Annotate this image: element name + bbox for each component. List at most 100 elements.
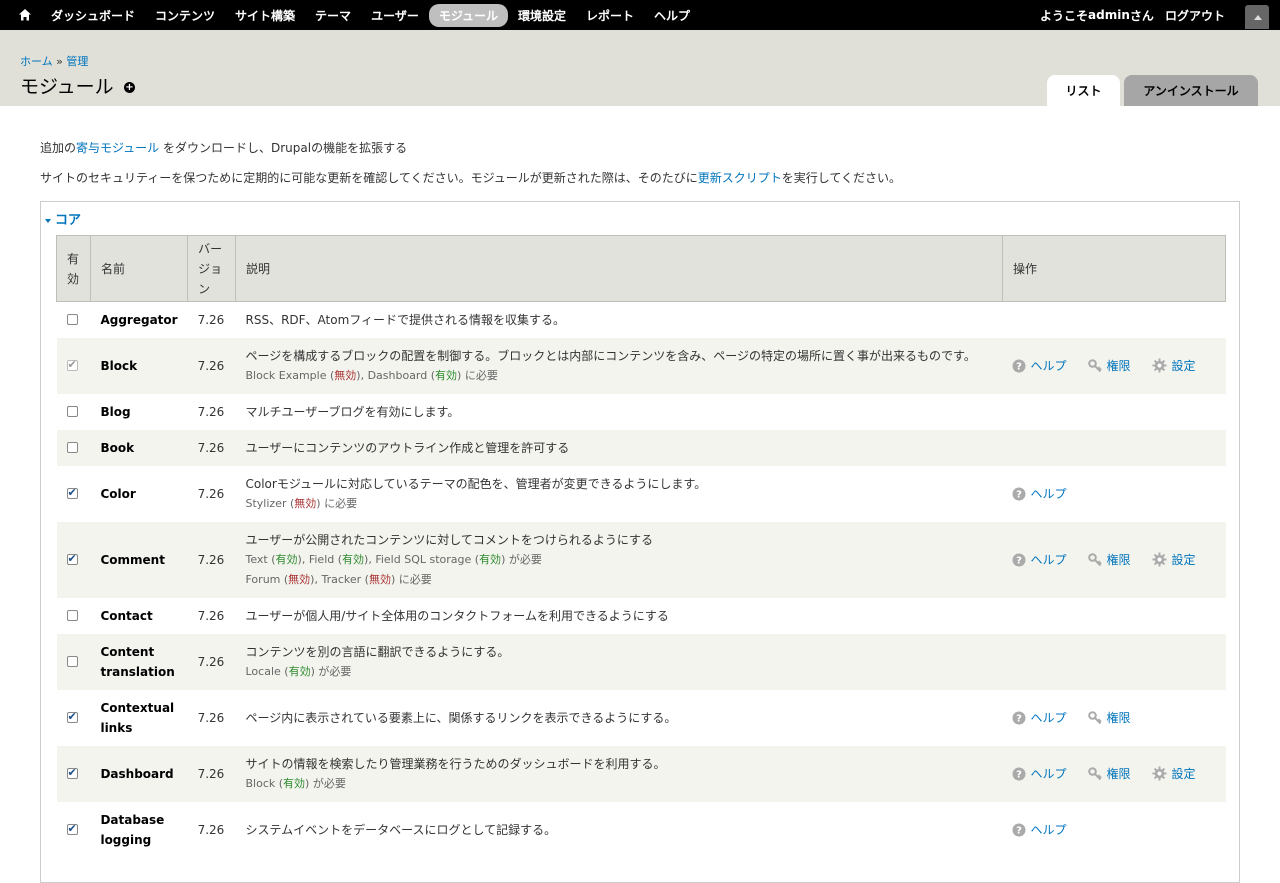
toolbar-menu-item[interactable]: ヘルプ <box>644 4 700 27</box>
enable-checkbox[interactable] <box>66 486 78 499</box>
help-link[interactable]: ? ヘルプ <box>1012 821 1068 838</box>
key-icon <box>1088 358 1103 372</box>
core-fieldset-legend[interactable]: コア <box>45 209 81 228</box>
module-description: マルチユーザーブログを有効にします。 <box>245 404 460 419</box>
home-icon[interactable] <box>18 8 32 22</box>
table-row: Contextuallinks7.26 ページ内に表示されている要素上に、関係する… <box>56 689 1226 746</box>
header-enabled: 有効 <box>56 235 91 302</box>
toolbar-drawer-toggle[interactable] <box>1245 5 1269 29</box>
requirement-status: 有効 <box>479 552 502 566</box>
configure-link[interactable]: 設定 <box>1152 551 1196 568</box>
module-description: システムイベントをデータベースにログとして記録する。 <box>245 822 557 837</box>
table-row: Color7.26 Colorモジュールに対応しているテーマの配色を、管理者が変更… <box>56 465 1226 522</box>
enable-checkbox[interactable] <box>66 314 78 326</box>
intro-text: を実行してください。 <box>781 171 902 185</box>
breadcrumb: ホーム » 管理 <box>20 53 88 69</box>
enable-checkbox[interactable] <box>66 552 78 565</box>
module-version: 7.26 <box>187 429 236 466</box>
breadcrumb-separator: » <box>56 55 63 68</box>
enable-checkbox[interactable] <box>66 766 78 779</box>
contributed-modules-link[interactable]: 寄与モジュール <box>76 141 159 155</box>
table-row: Databaselogging7.26 システムイベントをデータベースにログとして… <box>56 801 1226 858</box>
module-description: ユーザーが個人用/サイト全体用のコンタクトフォームを利用できるようにする <box>245 608 669 623</box>
module-description: ユーザーにコンテンツのアウトライン作成と管理を許可する <box>245 440 570 455</box>
table-row: Aggregator 7.26 RSS、RDF、Atomフィードで提供される情報を収… <box>56 301 1226 338</box>
breadcrumb-home[interactable]: ホーム <box>20 55 53 68</box>
module-operations: ? ヘルプ <box>1012 485 1215 502</box>
module-operations: ? ヘルプ 権限 設定 <box>1012 551 1215 568</box>
welcome-suffix: さん <box>1129 8 1154 23</box>
welcome-prefix: ようこそ <box>1040 8 1089 23</box>
permissions-link[interactable]: 権限 <box>1088 551 1132 568</box>
help-link[interactable]: ? ヘルプ <box>1012 551 1068 568</box>
toolbar-menu-item[interactable]: モジュール <box>428 3 508 27</box>
help-link[interactable]: ? ヘルプ <box>1012 765 1068 782</box>
help-icon: ? <box>1012 487 1026 500</box>
module-description: ページ内に表示されている要素上に、関係するリンクを表示できるようにする。 <box>245 710 677 725</box>
module-requirements: Text (有効), Field (有効), Field SQL storage… <box>245 552 542 566</box>
table-row: Dashboard7.26 サイトの情報を検索したり管理業務を行うためのダッシュボ… <box>56 745 1226 802</box>
username: admin <box>1088 8 1130 22</box>
intro-line-1: 追加の寄与モジュール をダウンロードし、Drupalの機能を拡張する <box>40 139 407 156</box>
logout-link[interactable]: ログアウト <box>1165 7 1225 24</box>
toolbar-menu-item[interactable]: コンテンツ <box>145 4 225 27</box>
toolbar-menu-item[interactable]: ダッシュボード <box>41 4 145 27</box>
module-name: Content translation <box>90 633 188 690</box>
enable-checkbox <box>66 358 78 371</box>
help-link[interactable]: ? ヘルプ <box>1012 485 1068 502</box>
enable-checkbox[interactable] <box>66 610 78 621</box>
admin-toolbar: ダッシュボード コンテンツ サイト構築 テーマ ユーザー モジュール 環境設定 レポート ヘルプ… <box>0 0 1280 30</box>
svg-text:?: ? <box>1017 555 1023 566</box>
permissions-link[interactable]: 権限 <box>1088 765 1132 782</box>
page-title: モジュール <box>20 76 114 98</box>
requirement-status: 無効 <box>368 572 391 586</box>
collapse-triangle-icon <box>45 218 51 223</box>
header-version: バー ジョン <box>187 235 236 302</box>
module-version: 7.26 <box>187 521 236 598</box>
toolbar-menu-item[interactable]: サイト構築 <box>225 4 305 27</box>
tab-list[interactable]: リスト <box>1047 75 1120 106</box>
enable-checkbox[interactable] <box>66 822 78 835</box>
tab-uninstall[interactable]: アンインストール <box>1124 75 1258 106</box>
module-requirements: Locale (有効) が必要 <box>245 664 352 678</box>
enable-checkbox[interactable] <box>66 442 78 453</box>
module-operations: ? ヘルプ 権限 設定 <box>1012 765 1215 782</box>
module-operations: ? ヘルプ 権限 <box>1012 709 1215 726</box>
gear-icon <box>1152 552 1168 567</box>
help-link[interactable]: ? ヘルプ <box>1012 357 1068 374</box>
help-link[interactable]: ? ヘルプ <box>1012 709 1068 726</box>
module-version: 7.26 <box>187 745 236 802</box>
enable-checkbox[interactable] <box>66 656 78 667</box>
module-requirements: Block (有効) が必要 <box>245 776 346 790</box>
requirement-status: 有効 <box>435 368 458 382</box>
breadcrumb-admin[interactable]: 管理 <box>66 55 88 68</box>
toolbar-menu-item[interactable]: テーマ <box>305 4 361 27</box>
key-icon <box>1088 552 1103 566</box>
enable-checkbox[interactable] <box>66 406 78 417</box>
module-operations: ? ヘルプ <box>1012 821 1215 838</box>
intro-text: をダウンロードし、Drupalの機能を拡張する <box>159 141 408 155</box>
toolbar-menu-item[interactable]: レポート <box>576 4 644 27</box>
gear-icon <box>1152 358 1168 373</box>
configure-link[interactable]: 設定 <box>1152 357 1196 374</box>
module-requirements: Block Example (無効), Dashboard (有効) に必要 <box>245 368 498 382</box>
module-version: 7.26 <box>187 801 236 858</box>
add-shortcut-icon[interactable]: + <box>124 82 135 93</box>
module-version: 7.26 <box>187 465 236 522</box>
enable-checkbox[interactable] <box>66 710 78 723</box>
toolbar-menu-item[interactable]: 環境設定 <box>508 4 576 27</box>
module-name: Book <box>90 429 188 466</box>
toolbar-menu-item[interactable]: ユーザー <box>361 4 429 27</box>
svg-text:?: ? <box>1017 713 1023 724</box>
update-script-link[interactable]: 更新スクリプト <box>698 171 782 185</box>
configure-link[interactable]: 設定 <box>1152 765 1196 782</box>
table-row: Content translation 7.26 コンテンツを別の言語に翻訳できるよう… <box>56 633 1226 690</box>
module-version: 7.26 <box>187 337 236 394</box>
header-operations: 操作 <box>1001 235 1227 302</box>
module-requirements: Forum (無効), Tracker (無効) に必要 <box>245 572 432 586</box>
module-name: Blog <box>90 393 188 430</box>
module-name: Aggregator <box>90 301 188 338</box>
requirement-status: 有効 <box>342 552 365 566</box>
permissions-link[interactable]: 権限 <box>1088 709 1132 726</box>
permissions-link[interactable]: 権限 <box>1088 357 1132 374</box>
